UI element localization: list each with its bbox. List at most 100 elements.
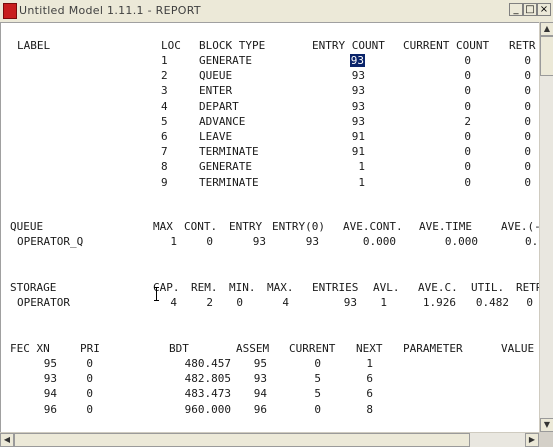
storage-max: 4 [282,296,289,309]
fec-bdt-header: BDT [169,342,189,355]
block-entry-count: 93 [351,84,365,98]
fec-assem: 95 [253,357,267,370]
block-loc: 3 [161,84,168,98]
vertical-scroll-thumb[interactable] [540,36,553,76]
queue-name: OPERATOR_Q [17,235,84,248]
entry-count-header: ENTRY COUNT [312,39,385,52]
fec-next: 1 [366,357,373,370]
block-loc: 2 [161,69,168,83]
block-current-count: 0 [464,130,471,143]
block-retry: 0 [524,54,531,67]
fec-xn: 95 [43,357,57,370]
block-entry-count: 93 [331,54,365,67]
current-count-header: CURRENT COUNT [403,39,490,52]
scroll-right-button[interactable]: ▶ [525,433,539,447]
block-retry: 0 [524,175,531,189]
fec-value-header: VALUE [501,342,535,355]
selected-text[interactable]: 93 [349,54,365,67]
block-type: ENTER [199,84,233,98]
queue-avecont: 0.000 [362,235,396,248]
window-title: Untitled Model 1.11.1 - REPORT [19,4,201,17]
block-current-count: 0 [464,54,471,67]
minimize-button[interactable]: _ [509,3,523,16]
fec-xn-header: FEC XN [10,342,50,355]
block-type: GENERATE [199,160,252,174]
block-entry-count: 1 [358,175,365,189]
storage-min: 0 [236,296,243,309]
fec-bdt: 482.805 [184,372,231,386]
vertical-scrollbar[interactable]: ▲ ▼ [539,22,553,432]
block-type: ADVANCE [199,114,246,128]
horizontal-scrollbar[interactable]: ◀ ▶ [0,432,539,447]
block-type-header: BLOCK TYPE [199,39,266,52]
fec-current-header: CURRENT [289,342,336,355]
fec-next: 8 [366,402,373,416]
report-text-area[interactable]: LABEL LOC BLOCK TYPE ENTRY COUNT CURRENT… [0,22,545,432]
block-entry-count: 1 [358,160,365,174]
fec-xn: 94 [43,387,57,401]
close-button[interactable]: × [537,3,551,16]
storage-avec: 1.926 [422,296,456,309]
queue-cont-header: CONT. [184,220,218,233]
block-current-count: 0 [464,145,471,159]
block-retry: 0 [524,114,531,128]
fec-xn: 93 [43,372,57,386]
horizontal-scroll-thumb[interactable] [14,433,470,447]
storage-rem: 2 [206,296,213,309]
block-loc: 1 [161,54,168,67]
fec-assem: 94 [253,387,267,401]
block-retry: 0 [524,84,531,98]
storage-retry: 0 [526,296,533,309]
fec-pri: 0 [86,357,93,370]
block-type: GENERATE [199,54,252,67]
block-retry: 0 [524,145,531,159]
title-bar[interactable]: Untitled Model 1.11.1 - REPORT _ □ × [0,0,553,23]
fec-next-header: NEXT [356,342,383,355]
fec-xn: 96 [43,402,57,416]
storage-max-header: MAX. [267,281,294,294]
fec-assem-header: ASSEM [236,342,270,355]
block-retry: 0 [524,69,531,83]
queue-entry-header: ENTRY [229,220,263,233]
queue-avetime: 0.000 [444,235,478,248]
queue-header: QUEUE [10,220,44,233]
block-current-count: 2 [464,114,471,128]
fec-current: 5 [314,372,321,386]
fec-bdt: 483.473 [184,387,231,401]
queue-cont: 0 [206,235,213,248]
block-type: QUEUE [199,69,233,83]
fec-assem: 93 [253,372,267,386]
queue-entry0: 93 [305,235,319,248]
storage-avl: 1 [380,296,387,309]
block-current-count: 0 [464,84,471,98]
storage-avl-header: AVL. [373,281,400,294]
queue-entry0-header: ENTRY(0) [272,220,325,233]
fec-current: 0 [314,357,321,370]
fec-pri-header: PRI [80,342,100,355]
block-entry-count: 93 [351,99,365,113]
fec-pri: 0 [86,387,93,401]
storage-name: OPERATOR [17,296,70,309]
block-type: TERMINATE [199,145,259,159]
scroll-left-button[interactable]: ◀ [0,433,14,447]
block-loc: 8 [161,160,168,174]
restore-button[interactable]: □ [523,3,537,16]
fec-bdt: 480.457 [184,357,231,370]
scroll-down-button[interactable]: ▼ [540,418,553,432]
block-type: TERMINATE [199,175,259,189]
storage-header: STORAGE [10,281,57,294]
fec-next: 6 [366,387,373,401]
fec-current: 0 [314,402,321,416]
retry-header: RETR [509,39,536,52]
storage-min-header: MIN. [229,281,256,294]
block-entry-count: 93 [351,114,365,128]
queue-max: 1 [170,235,177,248]
storage-entries: 93 [343,296,357,309]
text-cursor-icon [154,287,159,301]
scroll-up-button[interactable]: ▲ [540,22,553,36]
block-retry: 0 [524,99,531,113]
queue-avecont-header: AVE.CONT. [343,220,403,233]
fec-pri: 0 [86,402,93,416]
fec-bdt: 960.000 [184,402,231,416]
fec-pri: 0 [86,372,93,386]
